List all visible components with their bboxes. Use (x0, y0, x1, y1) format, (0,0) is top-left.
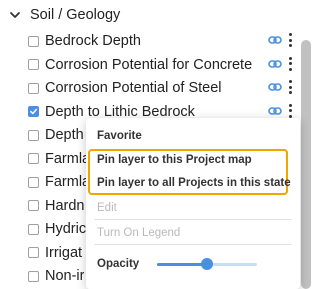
layer-label: Farmla (45, 150, 91, 167)
link-icon[interactable] (268, 57, 282, 71)
layer-panel: Soil / Geology Bedrock Depth Corrosion Po… (0, 0, 313, 289)
opacity-slider-fill (157, 263, 207, 266)
layer-label: Non-ir (45, 268, 85, 284)
more-options-icon[interactable] (288, 33, 292, 47)
layer-row[interactable]: Corrosion Potential for Concrete (28, 53, 298, 77)
menu-divider (94, 219, 292, 220)
menu-item-edit: Edit (97, 202, 117, 214)
more-options-icon[interactable] (288, 80, 292, 94)
link-icon[interactable] (268, 104, 282, 118)
layer-row-actions (268, 56, 292, 71)
section-title: Soil / Geology (30, 7, 121, 23)
layer-checkbox[interactable] (28, 82, 39, 94)
opacity-label: Opacity (97, 258, 140, 270)
layer-checkbox[interactable] (28, 129, 39, 141)
layer-row[interactable]: Corrosion Potential of Steel (28, 76, 298, 100)
layer-checkbox[interactable] (28, 270, 39, 282)
layer-context-menu: Favorite Pin layer to this Project map P… (86, 118, 300, 289)
layer-checkbox[interactable] (28, 153, 39, 164)
link-icon[interactable] (268, 80, 282, 94)
layer-row-actions (268, 80, 292, 94)
more-options-icon[interactable] (288, 56, 292, 71)
layer-label: Hardn (45, 197, 85, 214)
layer-row[interactable]: Bedrock Depth (28, 29, 298, 53)
section-header-soil-geology[interactable]: Soil / Geology (8, 4, 120, 26)
more-options-icon[interactable] (288, 103, 292, 118)
chevron-down-icon[interactable] (8, 8, 22, 22)
menu-item-turn-on-legend: Turn On Legend (97, 227, 181, 239)
layer-checkbox[interactable] (28, 106, 39, 117)
scrollbar-thumb[interactable] (301, 40, 311, 289)
layer-checkbox[interactable] (28, 247, 39, 258)
layer-label: Irrigat (45, 244, 83, 261)
layer-label: Bedrock Depth (45, 33, 141, 49)
layer-label: Corrosion Potential of Steel (45, 80, 222, 96)
layer-label: Corrosion Potential for Concrete (45, 56, 253, 73)
layer-row-actions (268, 33, 292, 47)
menu-item-pin-all-projects[interactable]: Pin layer to all Projects in this state (97, 177, 291, 189)
opacity-slider-thumb[interactable] (201, 258, 213, 270)
layer-label: Farmla (45, 174, 91, 190)
menu-item-favorite[interactable]: Favorite (97, 130, 142, 142)
menu-divider (94, 244, 292, 245)
layer-checkbox[interactable] (28, 35, 39, 47)
layer-checkbox[interactable] (28, 176, 39, 188)
layer-label: Hydric (45, 221, 87, 237)
layer-checkbox[interactable] (28, 59, 39, 70)
layer-checkbox[interactable] (28, 200, 39, 211)
layer-row-actions (268, 103, 292, 118)
layer-checkbox[interactable] (28, 223, 39, 235)
link-icon[interactable] (268, 33, 282, 47)
menu-item-pin-project[interactable]: Pin layer to this Project map (97, 154, 252, 166)
layer-label: Depth (45, 127, 84, 143)
